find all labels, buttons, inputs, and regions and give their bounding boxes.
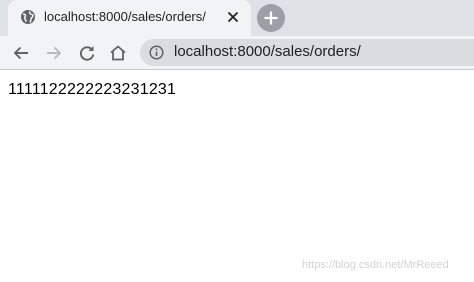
plus-icon (264, 11, 278, 25)
browser-toolbar: localhost:8000/sales/orders/ (0, 36, 474, 70)
tab-title: localhost:8000/sales/orders/ (44, 9, 206, 24)
globe-icon (21, 10, 35, 24)
new-tab-button[interactable] (257, 4, 285, 32)
url-text[interactable]: localhost:8000/sales/orders/ (174, 43, 361, 60)
tab-strip: localhost:8000/sales/orders/ (0, 0, 474, 36)
reload-icon[interactable] (76, 42, 98, 64)
back-arrow-icon[interactable] (10, 42, 32, 64)
address-bar[interactable]: localhost:8000/sales/orders/ (140, 39, 474, 66)
browser-tab[interactable]: localhost:8000/sales/orders/ (8, 0, 251, 36)
close-tab-icon[interactable] (224, 8, 242, 26)
forward-arrow-icon[interactable] (43, 42, 65, 64)
watermark-text: https://blog.csdn.net/MrReeed (302, 259, 449, 271)
info-icon[interactable] (149, 45, 164, 60)
home-icon[interactable] (107, 42, 129, 64)
page-body-text: 1111122222223231231 (8, 81, 177, 98)
